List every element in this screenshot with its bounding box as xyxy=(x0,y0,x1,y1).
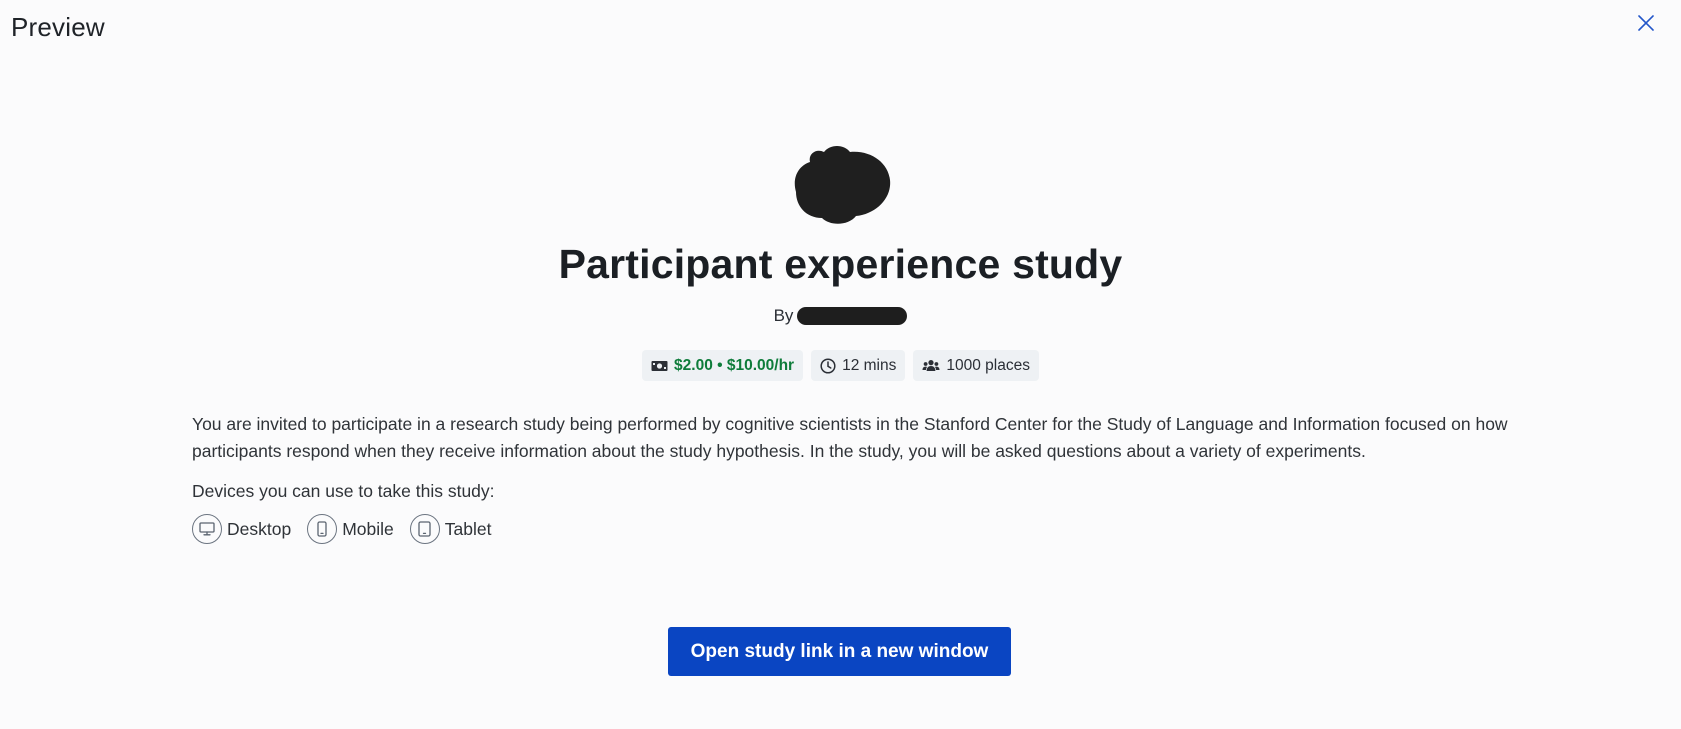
users-icon xyxy=(922,360,940,371)
places-chip: 1000 places xyxy=(913,350,1039,381)
byline: By xyxy=(774,306,908,326)
device-list: Desktop Mobile Tablet xyxy=(192,514,1512,544)
study-details: You are invited to participate in a rese… xyxy=(192,411,1512,544)
device-label: Mobile xyxy=(342,518,394,539)
devices-label: Devices you can use to take this study: xyxy=(192,481,495,501)
reward-text: $2.00 • $10.00/hr xyxy=(674,356,795,374)
researcher-logo-redacted xyxy=(794,146,890,224)
top-bar: Preview xyxy=(0,0,1681,56)
tablet-icon xyxy=(409,514,440,544)
preview-title: Preview xyxy=(11,12,105,42)
device-desktop: Desktop xyxy=(192,514,291,544)
device-tablet: Tablet xyxy=(409,514,492,544)
study-header: Participant experience study By $2.00 • … xyxy=(0,140,1681,381)
cash-icon xyxy=(651,360,668,371)
device-label: Tablet xyxy=(444,518,492,539)
clock-icon xyxy=(820,357,836,374)
study-description: You are invited to participate in a rese… xyxy=(192,414,1508,461)
duration-text: 12 mins xyxy=(842,356,897,374)
by-label: By xyxy=(773,306,794,325)
reward-chip: $2.00 • $10.00/hr xyxy=(642,350,804,381)
mobile-icon xyxy=(307,514,338,544)
open-study-link-button[interactable]: Open study link in a new window xyxy=(668,627,1011,676)
study-chips: $2.00 • $10.00/hr 12 mins 1000 places xyxy=(642,350,1039,381)
study-title: Participant experience study xyxy=(558,241,1123,287)
duration-chip: 12 mins xyxy=(811,350,906,381)
close-button[interactable] xyxy=(1635,12,1657,34)
researcher-name-redacted xyxy=(797,307,908,325)
close-icon xyxy=(1638,15,1654,31)
device-mobile: Mobile xyxy=(307,514,394,544)
device-label: Desktop xyxy=(227,518,292,539)
desktop-icon xyxy=(192,514,222,544)
places-text: 1000 places xyxy=(946,356,1030,374)
